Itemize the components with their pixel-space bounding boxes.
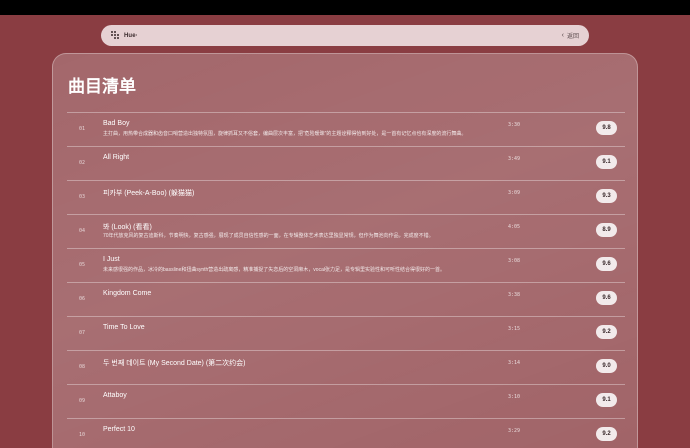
track-duration: 4:05: [508, 224, 521, 230]
grid-logo-icon[interactable]: [111, 31, 120, 40]
track-duration: 3:30: [508, 122, 521, 128]
track-description: 70年代放克风的复古迪斯科，节奏明快，复古感强，展现了成员自信性感的一面，在专辑…: [103, 233, 434, 239]
score-badge: 9.3: [596, 189, 617, 203]
score-badge: 9.2: [596, 325, 617, 339]
score-badge: 9.0: [596, 359, 617, 373]
track-row[interactable]: 08 두 번째 데이트 (My Second Date) (第二次约会) 3:14 9…: [67, 350, 625, 384]
track-description: 主打曲，用热带合成器和齿音口哨营造出独特氛围，旋律抓耳又不俗套，编曲层次丰富，把…: [103, 131, 467, 137]
track-title[interactable]: Kingdom Come: [103, 290, 151, 297]
track-row[interactable]: 04 봐 (Look) (看看) 70年代放克风的复古迪斯科，节奏明快，复古感强，展…: [67, 214, 625, 248]
track-row[interactable]: 05 I Just 未来感很强的作品，冰冷的bassline和扭曲synth营造出疏…: [67, 248, 625, 282]
track-title[interactable]: Time To Love: [103, 324, 145, 331]
track-number: 10: [79, 432, 86, 438]
score-badge: 9.6: [596, 291, 617, 305]
page-title: 曲目清单: [68, 77, 136, 96]
track-duration: 3:09: [508, 190, 521, 196]
track-title[interactable]: Attaboy: [103, 392, 127, 399]
track-number: 09: [79, 398, 86, 404]
back-button[interactable]: ‹ 返回: [562, 31, 579, 40]
track-list: 01 Bad Boy 主打曲，用热带合成器和齿音口哨营造出独特氛围，旋律抓耳又不俗套…: [67, 112, 625, 448]
back-label: 返回: [566, 34, 579, 40]
track-description: 未来感很强的作品，冰冷的bassline和扭曲synth营造出疏离感，精准捕捉了…: [103, 267, 445, 273]
track-title[interactable]: Perfect 10: [103, 426, 135, 433]
track-row[interactable]: 07 Time To Love 3:15 9.2: [67, 316, 625, 350]
track-duration: 3:14: [508, 360, 521, 366]
track-duration: 3:29: [508, 428, 521, 434]
track-number: 05: [79, 262, 86, 268]
track-title[interactable]: I Just: [103, 256, 120, 263]
track-duration: 3:15: [508, 326, 521, 332]
track-number: 08: [79, 364, 86, 370]
track-duration: 3:08: [508, 258, 521, 264]
score-badge: 9.6: [596, 257, 617, 271]
score-badge: 9.1: [596, 155, 617, 169]
track-number: 01: [79, 126, 86, 132]
track-row[interactable]: 09 Attaboy 3:10 9.1: [67, 384, 625, 418]
chevron-left-icon: ‹: [561, 32, 564, 39]
tracklist-panel: 曲目清单 01 Bad Boy 主打曲，用热带合成器和齿音口哨营造出独特氛围，旋律抓…: [52, 53, 638, 448]
track-title[interactable]: 봐 (Look) (看看): [103, 222, 152, 232]
score-badge: 9.8: [596, 121, 617, 135]
track-number: 06: [79, 296, 86, 302]
score-badge: 8.9: [596, 223, 617, 237]
track-duration: 3:49: [508, 156, 521, 162]
track-title[interactable]: All Right: [103, 154, 129, 161]
track-number: 04: [79, 228, 86, 234]
track-duration: 3:10: [508, 394, 521, 400]
track-row[interactable]: 10 Perfect 10 3:29 9.2: [67, 418, 625, 448]
track-number: 02: [79, 160, 86, 166]
top-black-bar: [0, 0, 690, 15]
track-row[interactable]: 01 Bad Boy 主打曲，用热带合成器和齿音口哨营造出独特氛围，旋律抓耳又不俗套…: [67, 112, 625, 146]
track-title[interactable]: 두 번째 데이트 (My Second Date) (第二次约会): [103, 358, 246, 368]
track-number: 07: [79, 330, 86, 336]
track-title[interactable]: Bad Boy: [103, 120, 129, 127]
score-badge: 9.1: [596, 393, 617, 407]
track-row[interactable]: 02 All Right 3:49 9.1: [67, 146, 625, 180]
track-row[interactable]: 06 Kingdom Come 3:38 9.6: [67, 282, 625, 316]
track-title[interactable]: 피카부 (Peek-A-Boo) (躲猫猫): [103, 188, 194, 198]
brand-name[interactable]: Hue·: [124, 33, 138, 39]
header-bar: Hue· ‹ 返回: [101, 25, 589, 46]
score-badge: 9.2: [596, 427, 617, 441]
track-row[interactable]: 03 피카부 (Peek-A-Boo) (躲猫猫) 3:09 9.3: [67, 180, 625, 214]
track-duration: 3:38: [508, 292, 521, 298]
track-number: 03: [79, 194, 86, 200]
